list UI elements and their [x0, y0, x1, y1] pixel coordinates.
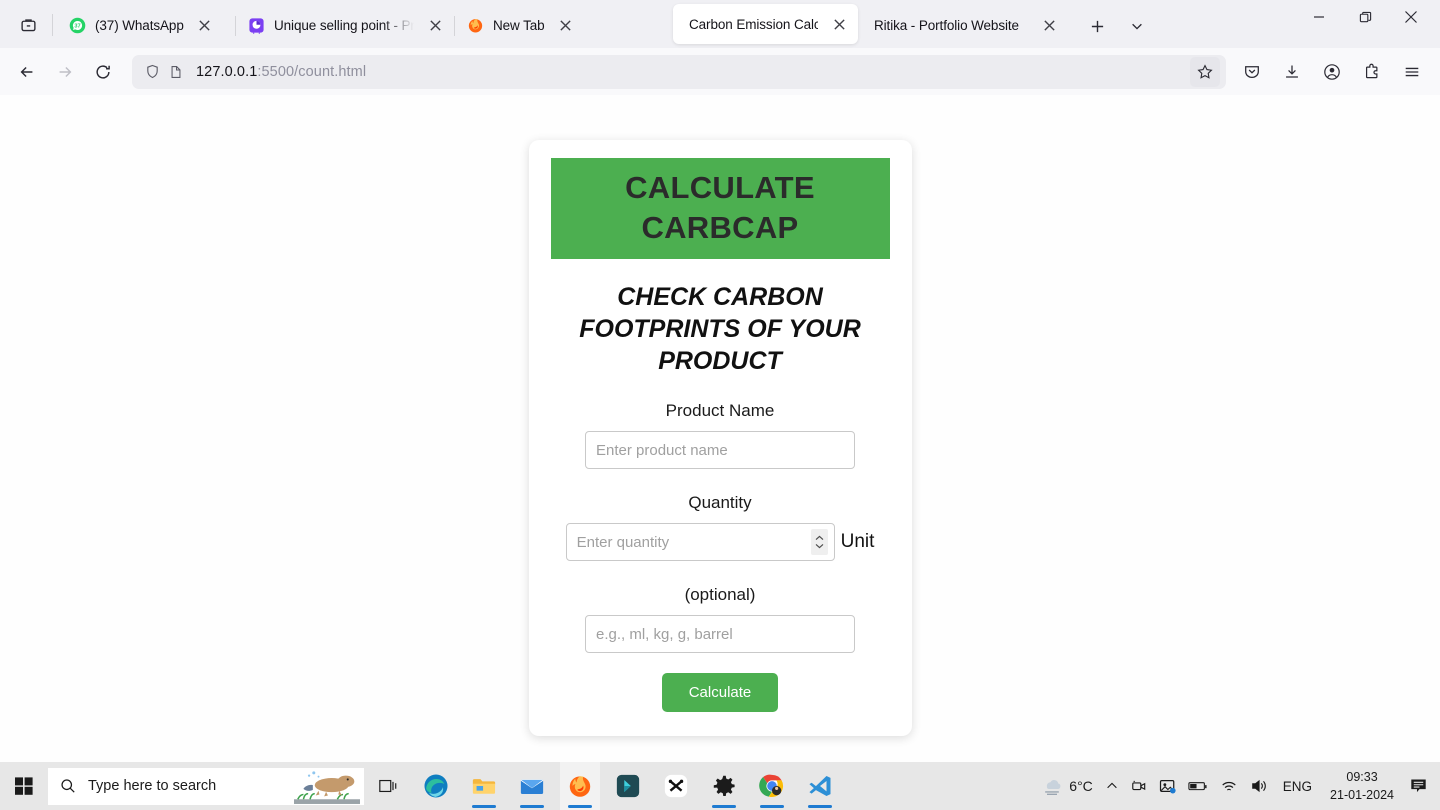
quantity-row: Unit [529, 523, 912, 562]
clock-time: 09:33 [1346, 769, 1378, 784]
tab-new-tab[interactable]: New Tab [455, 6, 673, 44]
cloud-fog-icon [1045, 780, 1061, 796]
maximize-button[interactable] [1342, 0, 1388, 34]
unit-input[interactable] [585, 615, 855, 654]
close-icon[interactable] [192, 12, 218, 38]
page-viewport: CALCULATE CARBCAP CHECK CARBON FOOTPRINT… [0, 95, 1440, 762]
photos-icon[interactable] [1153, 762, 1182, 810]
quantity-input[interactable] [565, 523, 835, 562]
notification-icon[interactable] [1403, 762, 1434, 810]
system-tray: 6°C ENG 09:33 21-01-2024 [1034, 762, 1440, 810]
meet-camera-icon[interactable] [1125, 762, 1153, 810]
windows-taskbar: Type here to search 6°C ENG 09:33 21-01-… [0, 762, 1440, 810]
tab-label: New Tab [493, 17, 545, 33]
browser-toolbar-icons [1232, 55, 1432, 89]
url-text: 127.0.0.1:5500/count.html [196, 64, 1190, 80]
tab-strip: 37 (37) WhatsApp Unique selling point - … [0, 0, 1440, 48]
forward-button[interactable] [48, 55, 82, 89]
weather-widget[interactable]: 6°C [1034, 762, 1099, 810]
firefox-view-button[interactable] [6, 6, 50, 44]
url-path: :5500/count.html [257, 63, 367, 80]
tab-ritika-portfolio-website[interactable]: Ritika - Portfolio Website [858, 6, 1076, 44]
product-name-row [529, 431, 912, 470]
new-tab-button[interactable] [1080, 9, 1114, 43]
url-host: 127.0.0.1 [196, 63, 258, 80]
tab-label: Unique selling point - Pre [274, 17, 414, 33]
taskbar-app-file-explorer[interactable] [464, 762, 504, 810]
taskbar-app-mail[interactable] [512, 762, 552, 810]
unit-row [529, 615, 912, 654]
minimize-button[interactable] [1296, 0, 1342, 34]
tab-label: (37) WhatsApp [95, 17, 184, 33]
task-view-button[interactable] [368, 762, 408, 810]
taskbar-app-capcut[interactable] [656, 762, 696, 810]
clock-date: 21-01-2024 [1330, 788, 1394, 802]
shield-icon[interactable] [142, 62, 162, 82]
app-menu-icon[interactable] [1395, 55, 1429, 89]
search-icon [61, 779, 75, 793]
svg-text:37: 37 [74, 23, 80, 29]
volume-icon[interactable] [1244, 762, 1274, 810]
close-button[interactable] [1388, 0, 1434, 34]
window-controls [1296, 0, 1434, 48]
taskbar-app-visual-studio-code[interactable] [800, 762, 840, 810]
page-title: CALCULATE CARBCAP [550, 158, 890, 260]
taskbar-app-microsoft-edge[interactable] [416, 762, 456, 810]
page-subtitle: CHECK CARBON FOOTPRINTS OF YOUR PRODUCT [579, 283, 861, 376]
unit-side-label: Unit [840, 531, 875, 553]
tab-list: 37 (37) WhatsApp Unique selling point - … [57, 4, 1076, 48]
extensions-icon[interactable] [1355, 55, 1389, 89]
taskbar-app-google-chrome[interactable] [752, 762, 792, 810]
platypus-illustration [294, 770, 360, 804]
close-icon[interactable] [422, 12, 448, 38]
tab-label: Ritika - Portfolio Website [874, 17, 1019, 33]
product-name-label: Product Name [665, 401, 775, 421]
tab-whatsapp[interactable]: 37 (37) WhatsApp [57, 6, 235, 44]
browser-window: 37 (37) WhatsApp Unique selling point - … [0, 0, 1440, 762]
product-name-input[interactable] [585, 431, 855, 470]
calculate-button[interactable]: Calculate [661, 673, 779, 713]
star-icon[interactable] [1190, 56, 1220, 87]
battery-icon[interactable] [1182, 762, 1214, 810]
quantity-label: Quantity [688, 493, 752, 513]
search-placeholder: Type here to search [88, 778, 217, 794]
close-icon[interactable] [826, 11, 852, 37]
weather-temperature: 6°C [1069, 778, 1093, 794]
carbon-calculator-card: CALCULATE CARBCAP CHECK CARBON FOOTPRINT… [528, 140, 912, 737]
taskbar-app-filmora[interactable] [608, 762, 648, 810]
page-icon[interactable] [166, 62, 186, 82]
quantity-input-wrapper [565, 523, 835, 562]
clock[interactable]: 09:33 21-01-2024 [1321, 768, 1403, 804]
firefox-icon [467, 17, 484, 34]
wifi-icon[interactable] [1214, 762, 1244, 810]
navigation-toolbar: 127.0.0.1:5500/count.html [0, 48, 1440, 95]
tab-strip-divider [52, 14, 53, 36]
reload-button[interactable] [86, 55, 120, 89]
search-input[interactable]: Type here to search [48, 767, 364, 805]
pocket-save-icon[interactable] [1235, 55, 1269, 89]
close-icon[interactable] [553, 12, 579, 38]
close-icon[interactable] [1037, 12, 1063, 38]
account-icon[interactable] [1315, 55, 1349, 89]
unit-optional-label: (optional) [684, 585, 756, 605]
presentation-icon [248, 17, 265, 34]
back-button[interactable] [10, 55, 44, 89]
quantity-stepper[interactable] [810, 529, 828, 556]
tab-label: Carbon Emission Calculator [689, 16, 818, 32]
whatsapp-icon: 37 [69, 17, 86, 34]
list-all-tabs-button[interactable] [1120, 9, 1154, 43]
taskbar-app-firefox[interactable] [560, 762, 600, 810]
start-button[interactable] [0, 762, 48, 810]
chevron-up-icon[interactable] [1099, 762, 1125, 810]
tab-unique-selling-point[interactable]: Unique selling point - Pre [236, 6, 454, 44]
downloads-icon[interactable] [1275, 55, 1309, 89]
url-bar[interactable]: 127.0.0.1:5500/count.html [132, 54, 1226, 89]
taskbar-app-settings[interactable] [704, 762, 744, 810]
tab-carbon-emission-calculator[interactable]: Carbon Emission Calculator [673, 4, 858, 44]
language-indicator[interactable]: ENG [1274, 779, 1321, 794]
